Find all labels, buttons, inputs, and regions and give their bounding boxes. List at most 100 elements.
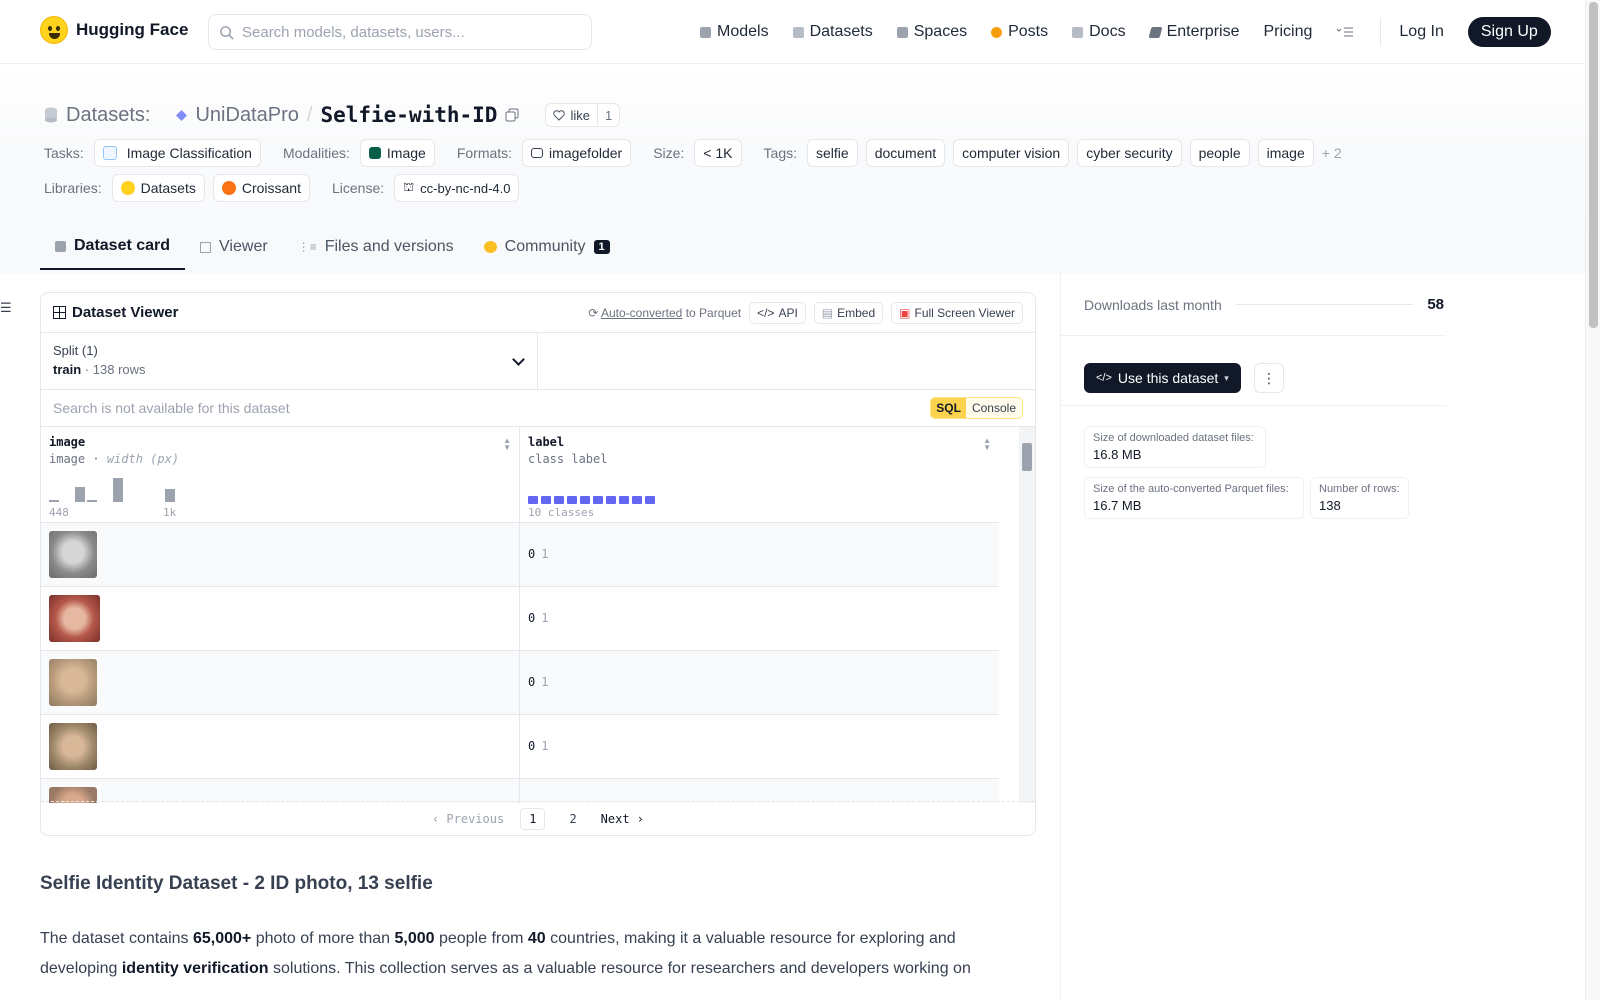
- embed-icon: ▤: [821, 305, 834, 320]
- dataset-name[interactable]: Selfie-with-ID: [320, 103, 497, 127]
- breadcrumb-org[interactable]: UniDataPro: [195, 104, 298, 127]
- embed-button[interactable]: ▤ Embed: [813, 301, 884, 324]
- folder-icon: [531, 148, 544, 158]
- class-distribution-bar: [528, 496, 655, 504]
- nav-menu-button[interactable]: [1336, 26, 1354, 38]
- tab-community[interactable]: Community 1: [469, 224, 625, 270]
- nav-models[interactable]: Models: [700, 23, 769, 41]
- top-nav: Hugging Face Models Datasets Spaces Post…: [0, 0, 1585, 64]
- tab-viewer[interactable]: Viewer: [185, 224, 283, 270]
- signup-button[interactable]: Sign Up: [1467, 17, 1551, 47]
- community-icon: [483, 241, 497, 253]
- login-link[interactable]: Log In: [1399, 23, 1443, 41]
- kebab-icon: ⋮: [1262, 369, 1276, 386]
- fullscreen-viewer-button[interactable]: ▣ Full Screen Viewer: [891, 301, 1023, 324]
- table-row[interactable]: 01: [41, 651, 999, 715]
- search-icon: [220, 25, 234, 40]
- stat-parquet-size: Size of the auto-converted Parquet files…: [1084, 477, 1304, 519]
- sort-icon[interactable]: ▲ ▼: [503, 437, 511, 452]
- column-header-image[interactable]: image image · width (px) ▲ ▼ 448 1k: [41, 427, 520, 523]
- previous-page-button[interactable]: ‹ Previous: [432, 812, 504, 826]
- use-this-dataset-button[interactable]: </> Use this dataset ▾: [1084, 363, 1241, 393]
- toc-toggle-icon[interactable]: ☰: [0, 300, 12, 316]
- page-1-button[interactable]: 1: [520, 807, 546, 830]
- metadata-row-1: Tasks: Image Classification Modalities: …: [44, 139, 1342, 167]
- image-modality-icon: [368, 147, 381, 159]
- viewer-search: Search is not available for this dataset…: [41, 390, 1035, 427]
- nav-posts[interactable]: Posts: [991, 23, 1048, 41]
- more-tags-link[interactable]: + 2: [1322, 145, 1342, 161]
- api-button[interactable]: </> API: [749, 301, 806, 324]
- library-chip-croissant[interactable]: Croissant: [212, 174, 310, 202]
- license-icon: ⛫: [403, 180, 415, 194]
- like-count: 1: [604, 107, 613, 123]
- table-icon: [200, 241, 212, 253]
- stat-num-rows: Number of rows: 138: [1310, 477, 1409, 519]
- chevron-down-icon: ▾: [1224, 372, 1229, 383]
- table-scrollbar[interactable]: [1019, 427, 1035, 803]
- fullscreen-icon: ▣: [899, 305, 911, 320]
- pagination: ‹ Previous 1 2 Next ›: [41, 801, 1035, 835]
- sql-console-button[interactable]: SQL Console: [930, 397, 1023, 419]
- image-thumbnail[interactable]: [49, 531, 97, 578]
- split-selector[interactable]: Split (1) train · 138 rows: [41, 333, 538, 389]
- table-row[interactable]: [41, 779, 999, 803]
- card-paragraph: The dataset contains 65,000+ photo of mo…: [40, 930, 971, 977]
- brand-logo[interactable]: Hugging Face: [40, 16, 188, 44]
- tab-files[interactable]: ⋮≡ Files and versions: [283, 224, 469, 270]
- hugging-face-logo-icon: [40, 16, 68, 44]
- code-icon: </>: [757, 305, 775, 320]
- tag-chip[interactable]: selfie: [807, 139, 858, 167]
- stat-download-size: Size of downloaded dataset files: 16.8 M…: [1084, 426, 1266, 468]
- tag-chip[interactable]: image: [1257, 139, 1314, 167]
- viewer-title: Dataset Viewer: [53, 304, 178, 321]
- nav-spaces[interactable]: Spaces: [896, 23, 967, 41]
- nav-datasets[interactable]: Datasets: [792, 23, 873, 41]
- table-row[interactable]: 01: [41, 523, 999, 587]
- page-scrollbar[interactable]: [1585, 0, 1600, 1000]
- tag-chip[interactable]: people: [1189, 139, 1250, 167]
- brand-name: Hugging Face: [76, 20, 189, 39]
- page-2-button[interactable]: 2: [561, 809, 584, 829]
- copy-icon[interactable]: [505, 108, 519, 122]
- size-chip[interactable]: < 1K: [694, 139, 742, 167]
- nav-enterprise[interactable]: Enterprise: [1148, 23, 1239, 41]
- heart-icon: [553, 109, 566, 121]
- more-options-button[interactable]: ⋮: [1254, 363, 1284, 393]
- task-chip[interactable]: Image Classification: [93, 139, 261, 167]
- image-thumbnail[interactable]: [49, 595, 100, 642]
- org-avatar-icon: [176, 109, 188, 121]
- image-thumbnail[interactable]: [49, 723, 97, 770]
- image-thumbnail[interactable]: [49, 659, 97, 706]
- tag-chip[interactable]: document: [865, 139, 946, 167]
- datasets-icon: [792, 26, 804, 38]
- datasets-library-icon: [120, 181, 135, 195]
- posts-icon: [991, 26, 1003, 38]
- like-button[interactable]: like 1: [545, 103, 621, 127]
- models-icon: [700, 26, 711, 38]
- tag-chip[interactable]: cyber security: [1077, 139, 1182, 167]
- docs-icon: [1072, 26, 1084, 38]
- grid-icon: [53, 306, 66, 319]
- license-chip[interactable]: ⛫ cc-by-nc-nd-4.0: [394, 174, 520, 202]
- sort-icon[interactable]: ▲ ▼: [983, 437, 991, 452]
- refresh-icon: ⟳: [588, 305, 599, 320]
- modality-chip[interactable]: Image: [359, 139, 435, 167]
- community-badge: 1: [593, 240, 610, 254]
- search-input[interactable]: [242, 23, 572, 41]
- search-box[interactable]: [208, 14, 592, 50]
- auto-converted-note[interactable]: ⟳ Auto-converted to Parquet: [588, 306, 741, 320]
- tab-dataset-card[interactable]: Dataset card: [40, 224, 186, 270]
- column-header-label[interactable]: label class label ▲ ▼ 10 classes: [520, 427, 999, 523]
- breadcrumb-section[interactable]: Datasets:: [66, 104, 150, 127]
- tag-chip[interactable]: computer vision: [953, 139, 1070, 167]
- card-heading: Selfie Identity Dataset - 2 ID photo, 13…: [40, 873, 433, 894]
- nav-docs[interactable]: Docs: [1072, 23, 1126, 41]
- table-row[interactable]: 01: [41, 587, 999, 651]
- spaces-icon: [896, 26, 908, 38]
- nav-pricing[interactable]: Pricing: [1263, 23, 1312, 41]
- table-row[interactable]: 01: [41, 715, 999, 779]
- next-page-button[interactable]: Next ›: [601, 812, 644, 826]
- format-chip[interactable]: imagefolder: [522, 139, 632, 167]
- library-chip-datasets[interactable]: Datasets: [111, 174, 205, 202]
